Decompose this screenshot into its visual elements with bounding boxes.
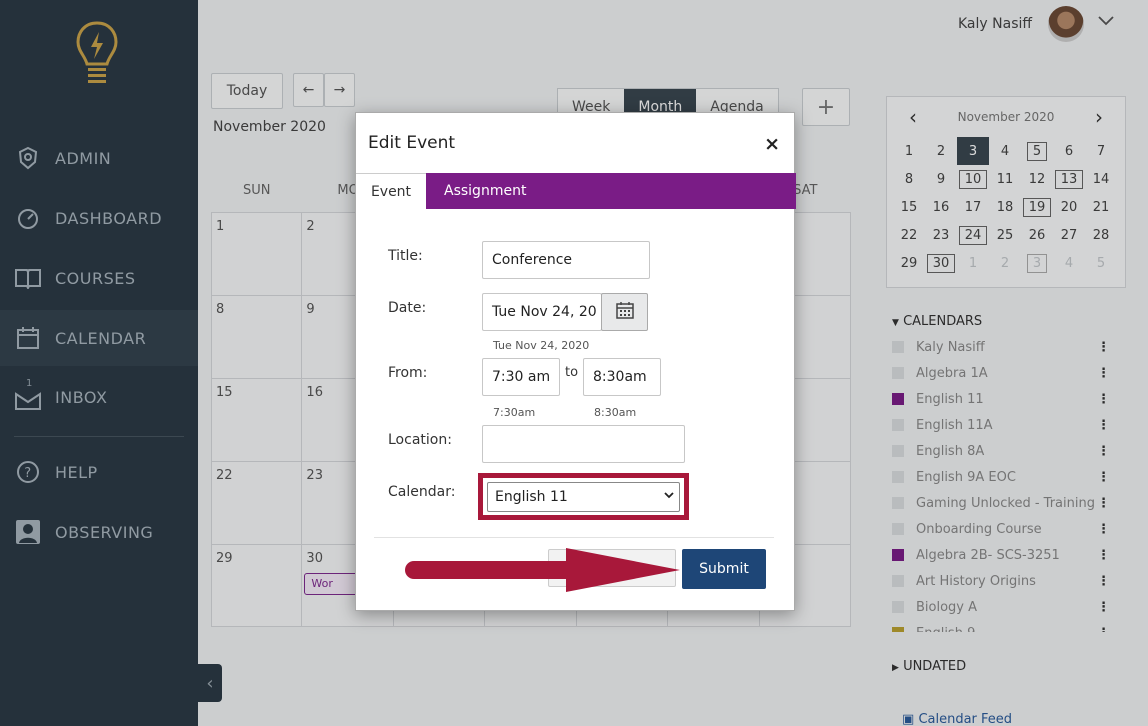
calendar-select-highlight: English 11	[478, 473, 689, 520]
to-label: to	[565, 365, 579, 380]
chevron-down-icon	[663, 489, 675, 504]
calendar-label: Calendar:	[388, 484, 456, 500]
calendar-icon	[615, 301, 634, 323]
from-label: From:	[388, 365, 428, 381]
title-label: Title:	[388, 248, 423, 264]
calendar-select-value: English 11	[495, 489, 568, 505]
date-picker-button[interactable]	[601, 293, 648, 331]
submit-button[interactable]: Submit	[682, 549, 766, 589]
location-input[interactable]	[482, 425, 685, 463]
tab-assignment[interactable]: Assignment	[444, 173, 526, 209]
annotation-arrow-icon	[405, 548, 680, 592]
dialog-title: Edit Event	[368, 133, 456, 153]
dialog-divider	[374, 537, 774, 538]
from-time-hint: 7:30am	[493, 406, 536, 419]
dialog-tabs: Event Assignment	[356, 173, 796, 209]
title-input[interactable]: Conference	[482, 241, 650, 279]
date-hint: Tue Nov 24, 2020	[493, 339, 590, 352]
close-icon[interactable]: ×	[764, 133, 780, 155]
from-time-input[interactable]: 7:30 am	[482, 358, 560, 396]
tab-event[interactable]: Event	[356, 173, 426, 209]
edit-event-dialog: Edit Event × Event Assignment Title: Con…	[355, 112, 796, 611]
date-label: Date:	[388, 300, 427, 316]
to-time-input[interactable]: 8:30am	[583, 358, 661, 396]
date-input[interactable]: Tue Nov 24, 20	[482, 293, 602, 331]
location-label: Location:	[388, 432, 452, 448]
to-time-hint: 8:30am	[594, 406, 637, 419]
calendar-select[interactable]: English 11	[487, 482, 680, 512]
